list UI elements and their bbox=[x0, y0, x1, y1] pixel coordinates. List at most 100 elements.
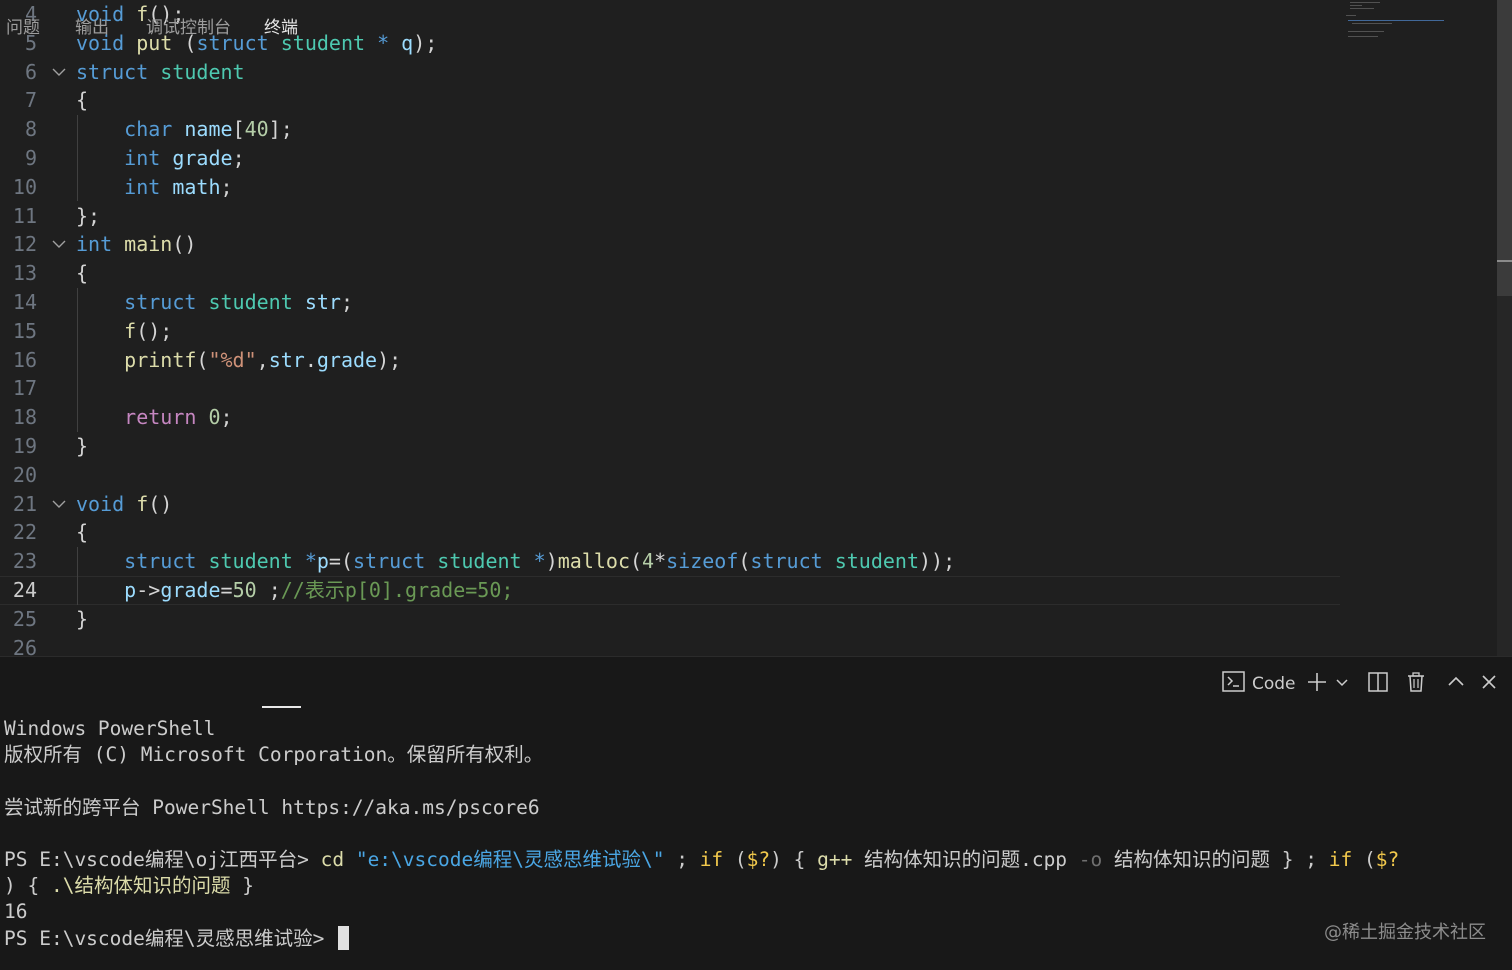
code-line[interactable]: 16 printf("%d",str.grade); bbox=[0, 346, 1340, 375]
code-token: 50 bbox=[232, 578, 257, 602]
code-text: { bbox=[76, 259, 88, 288]
new-terminal-button[interactable] bbox=[1306, 672, 1328, 696]
code-line[interactable]: 24 p->grade=50 ;//表示p[0].grade=50; bbox=[0, 576, 1340, 605]
terminal-cursor bbox=[338, 925, 350, 950]
terminal-text: } bbox=[230, 874, 254, 898]
code-token: { bbox=[76, 88, 89, 113]
code-token: ; bbox=[220, 174, 233, 199]
terminal-text: ; bbox=[664, 847, 700, 871]
code-line[interactable]: 14 struct student str; bbox=[0, 288, 1340, 317]
code-line[interactable]: 19} bbox=[0, 432, 1340, 461]
code-line[interactable]: 8 char name[40]; bbox=[0, 115, 1340, 144]
terminal-text: PS E:\vscode编程\灵感思维试验> bbox=[4, 926, 337, 950]
code-line[interactable]: 25} bbox=[0, 605, 1340, 634]
indent-guide bbox=[77, 288, 78, 432]
code-token: int bbox=[124, 146, 161, 170]
line-number: 15 bbox=[12, 318, 37, 343]
code-line[interactable]: 7{ bbox=[0, 86, 1340, 115]
code-token: , bbox=[256, 347, 269, 372]
line-number: 21 bbox=[12, 491, 37, 516]
terminal-output[interactable]: Windows PowerShell 版权所有 (C) Microsoft Cor… bbox=[4, 716, 1504, 952]
code-line[interactable]: 11}; bbox=[0, 202, 1340, 231]
fold-chevron-icon[interactable] bbox=[50, 58, 68, 87]
scrollbar-thumb[interactable] bbox=[1497, 0, 1512, 296]
code-token: }; bbox=[76, 203, 101, 228]
terminal-selector-button[interactable]: Code bbox=[1222, 671, 1296, 696]
line-number: 19 bbox=[12, 434, 37, 458]
tab-output[interactable]: 输出 bbox=[75, 14, 109, 42]
code-token: p bbox=[316, 549, 329, 574]
code-token: grade bbox=[316, 347, 378, 372]
tab-debug-console[interactable]: 调试控制台 bbox=[146, 14, 231, 42]
close-panel-button[interactable] bbox=[1479, 672, 1499, 696]
chevron-up-icon bbox=[1446, 672, 1466, 696]
indent-guide bbox=[77, 115, 78, 201]
maximize-panel-button[interactable] bbox=[1446, 672, 1466, 696]
code-line[interactable]: 12 int main() bbox=[0, 230, 1340, 259]
code-line[interactable]: 13 { bbox=[0, 259, 1340, 288]
minimap[interactable] bbox=[1344, 0, 1500, 60]
code-line[interactable]: 21 void f() bbox=[0, 490, 1340, 519]
code-token: * bbox=[377, 30, 390, 55]
fold-chevron-icon[interactable] bbox=[50, 490, 68, 519]
code-line[interactable]: 20 bbox=[0, 461, 1340, 490]
code-line[interactable]: 9 int grade; bbox=[0, 144, 1340, 173]
line-number: 10 bbox=[12, 174, 37, 199]
code-line[interactable]: 22 { bbox=[0, 518, 1340, 547]
code-line[interactable]: 6 struct student bbox=[0, 58, 1340, 87]
code-line[interactable]: 18 return 0; bbox=[0, 403, 1340, 432]
code-token: void bbox=[76, 491, 125, 516]
code-token: ); bbox=[377, 347, 402, 372]
code-token: * bbox=[533, 549, 546, 574]
code-token: =( bbox=[328, 549, 353, 574]
terminal-dropdown-button[interactable] bbox=[1334, 672, 1350, 696]
kill-terminal-button[interactable] bbox=[1405, 672, 1427, 696]
code-token: struct bbox=[353, 549, 426, 574]
code-line[interactable]: 26 bbox=[0, 634, 1340, 656]
code-token: ) bbox=[545, 549, 558, 574]
code-token: sizeof bbox=[666, 549, 739, 574]
code-token: = bbox=[220, 578, 233, 602]
line-number: 11 bbox=[12, 203, 37, 228]
line-number: 14 bbox=[12, 290, 37, 314]
code-token: struct bbox=[124, 290, 197, 314]
line-number: 25 bbox=[12, 606, 37, 631]
code-token: } bbox=[76, 606, 89, 631]
code-token: printf bbox=[124, 347, 197, 372]
code-token: [ bbox=[232, 117, 245, 142]
code-line[interactable]: 15 f(); bbox=[0, 317, 1340, 346]
code-token: . bbox=[304, 347, 317, 372]
code-text: int math; bbox=[76, 173, 233, 202]
tab-problems[interactable]: 问题 bbox=[6, 14, 40, 42]
code-line[interactable]: 10 int math; bbox=[0, 173, 1340, 202]
code-token: struct bbox=[750, 549, 823, 574]
code-editor[interactable]: 4 void f(); 5 void put (struct student * q)… bbox=[0, 0, 1512, 656]
code-text: { bbox=[76, 86, 88, 115]
code-line[interactable]: 17 bbox=[0, 374, 1340, 403]
code-token: char bbox=[124, 117, 173, 142]
close-icon bbox=[1479, 672, 1499, 696]
code-token: int bbox=[124, 174, 161, 199]
code-token: q bbox=[401, 30, 414, 55]
line-number: 9 bbox=[24, 146, 37, 170]
indent-guide bbox=[77, 547, 78, 605]
code-text: int main() bbox=[76, 230, 196, 259]
terminal-line: 版权所有 (C) Microsoft Corporation。保留所有权利。 bbox=[4, 742, 1504, 768]
code-token: student bbox=[437, 549, 522, 574]
terminal-name-label: Code bbox=[1252, 674, 1296, 694]
tab-terminal[interactable]: 终端 bbox=[264, 14, 298, 42]
code-line[interactable]: 23 struct student *p=(struct student *)m… bbox=[0, 547, 1340, 576]
terminal-text: ( bbox=[1352, 847, 1376, 871]
fold-chevron-icon[interactable] bbox=[50, 230, 68, 259]
code-token: struct bbox=[76, 59, 149, 84]
code-text: }; bbox=[76, 202, 100, 231]
split-terminal-button[interactable] bbox=[1367, 672, 1389, 696]
code-text: } bbox=[76, 432, 88, 461]
